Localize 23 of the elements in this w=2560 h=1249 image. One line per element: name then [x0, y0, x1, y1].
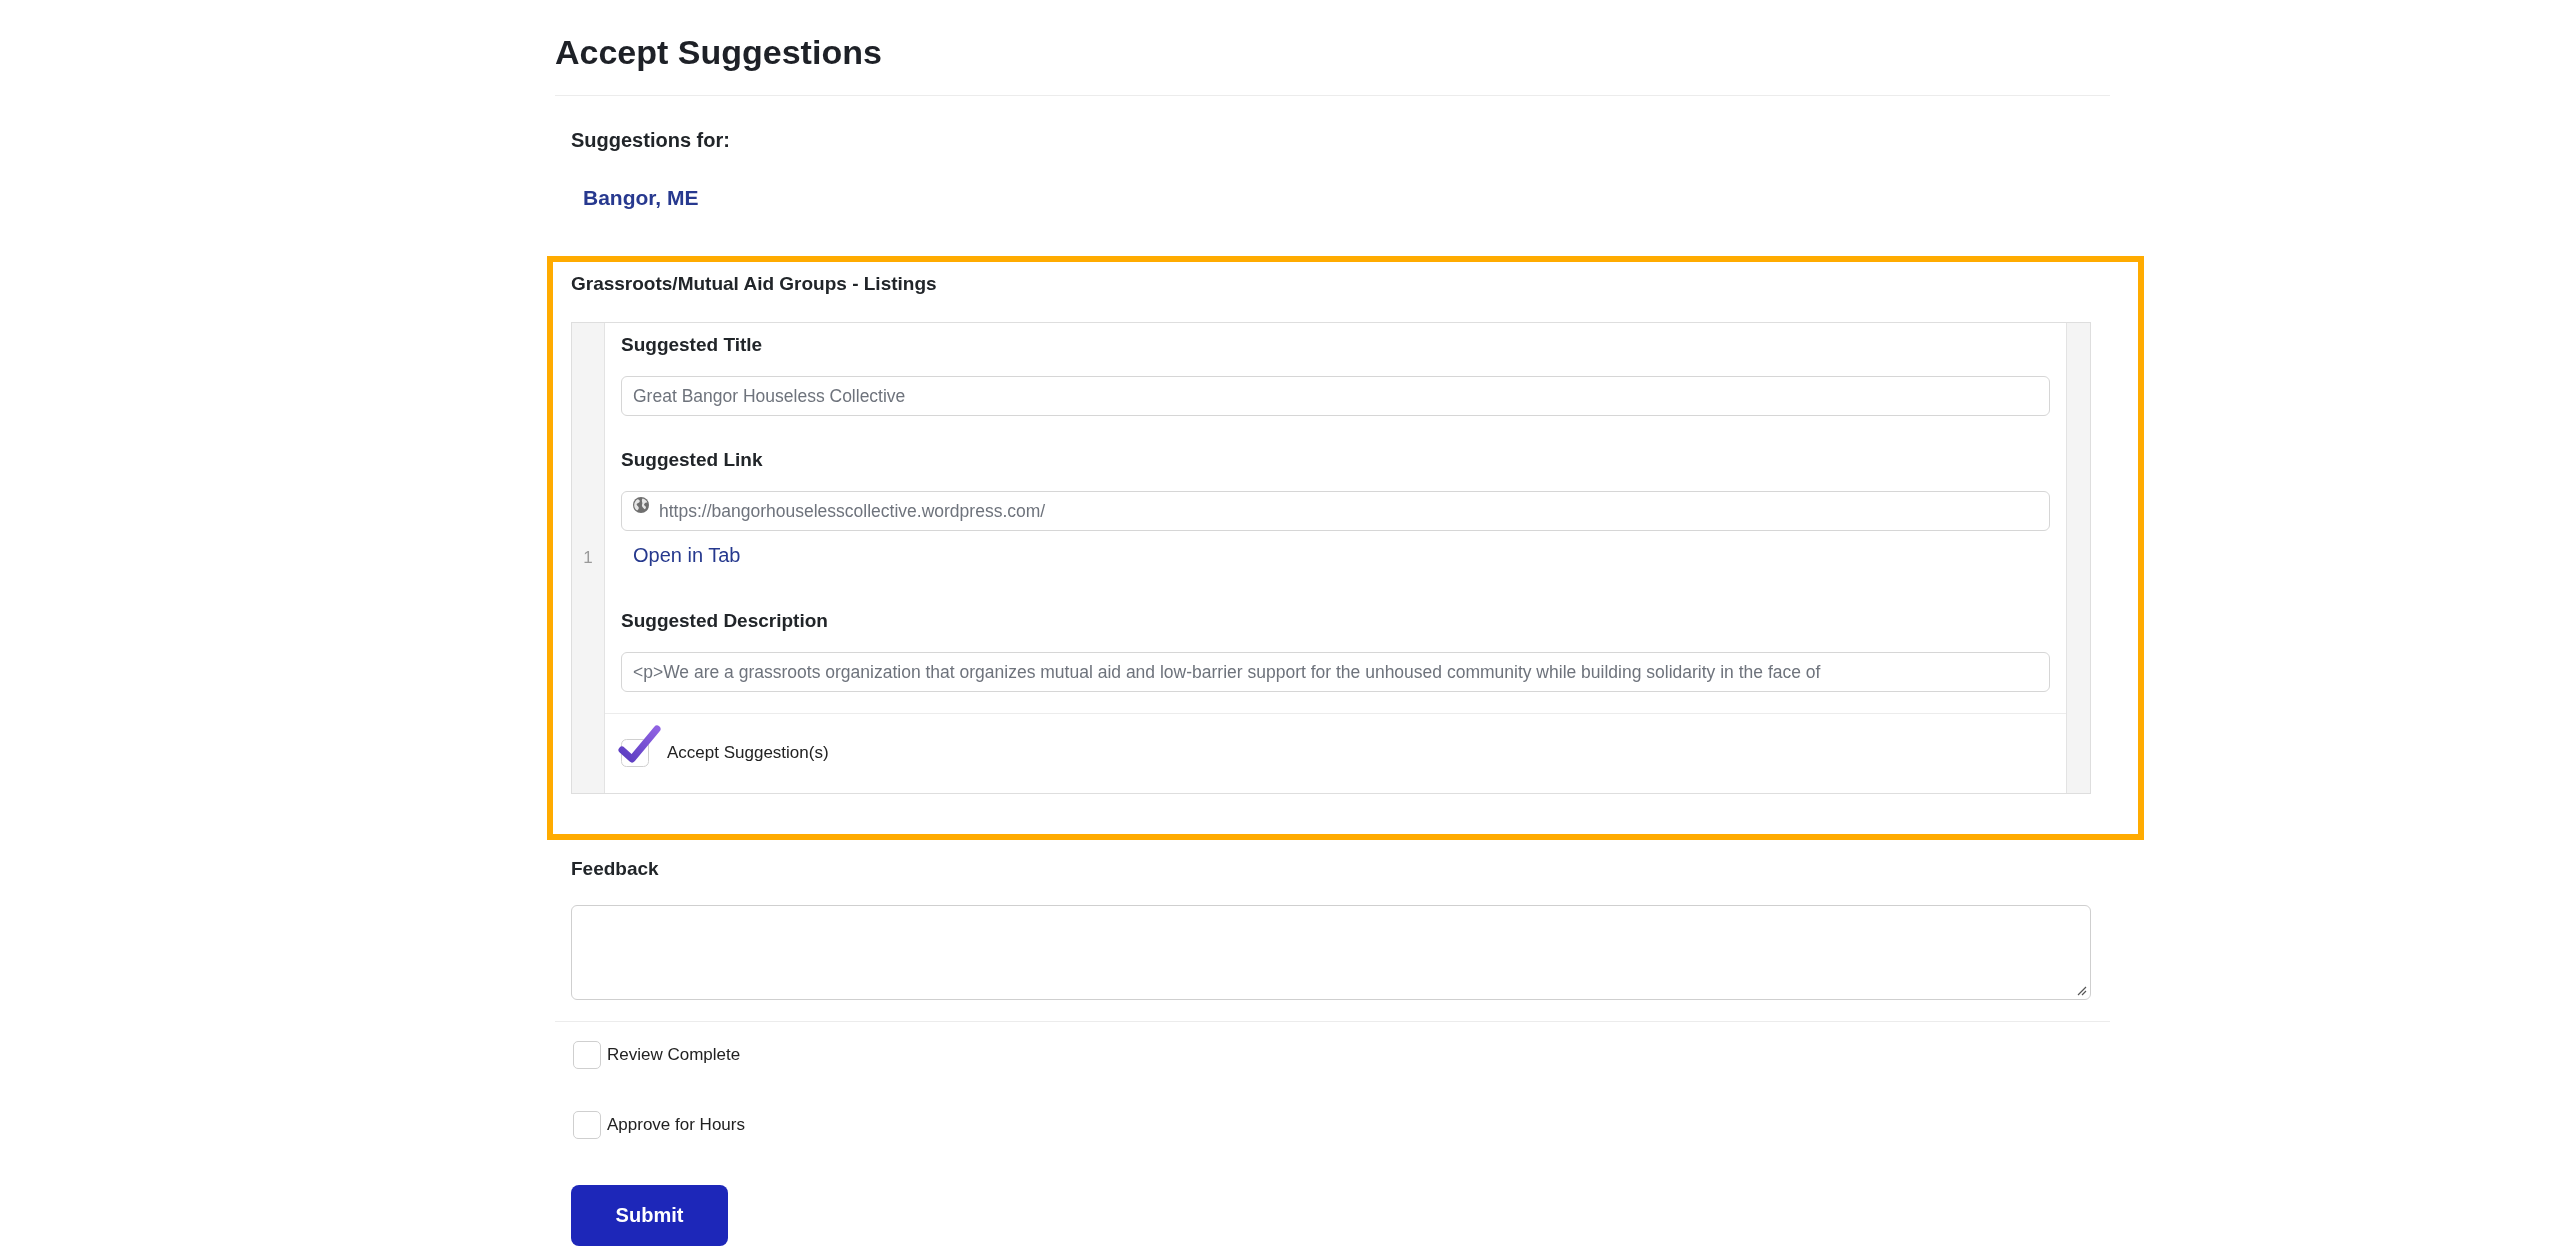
feedback-field[interactable]	[571, 905, 2091, 1000]
checkbox-label: Review Complete	[607, 1044, 741, 1066]
field-label: Suggested Link	[621, 448, 763, 472]
location-link[interactable]: Bangor, ME	[583, 186, 699, 210]
checkbox-label: Approve for Hours	[607, 1114, 745, 1136]
field-label: Suggested Description	[621, 609, 828, 633]
action-link[interactable]: Open in Tab	[633, 543, 741, 567]
section-heading: Grassroots/Mutual Aid Groups - Listings	[571, 272, 937, 296]
checkbox[interactable]	[573, 1041, 601, 1069]
checkbox[interactable]	[617, 723, 661, 769]
row-number-cell: 1	[572, 323, 605, 793]
text-field[interactable]: <p>We are a grassroots organization that organizes mutual aid and low-barrier support for the unhoused community while building solidarity in the face of	[621, 652, 2050, 692]
resize-grip-icon[interactable]	[2077, 986, 2087, 996]
url-field[interactable]: https://bangorhouselesscollective.wordpress.com/	[621, 491, 2050, 531]
checkbox[interactable]	[573, 1111, 601, 1139]
globe-icon	[633, 497, 649, 513]
field-label: Suggested Title	[621, 333, 763, 357]
field-label: Feedback	[571, 857, 659, 881]
page-title: Accept Suggestions	[555, 32, 882, 72]
text-field[interactable]: Great Bangor Houseless Collective	[621, 376, 2050, 416]
submit-button[interactable]: Submit	[571, 1185, 728, 1246]
suggestions-for-label: Suggestions for:	[571, 128, 730, 152]
checkbox-label: Accept Suggestion(s)	[667, 742, 829, 764]
